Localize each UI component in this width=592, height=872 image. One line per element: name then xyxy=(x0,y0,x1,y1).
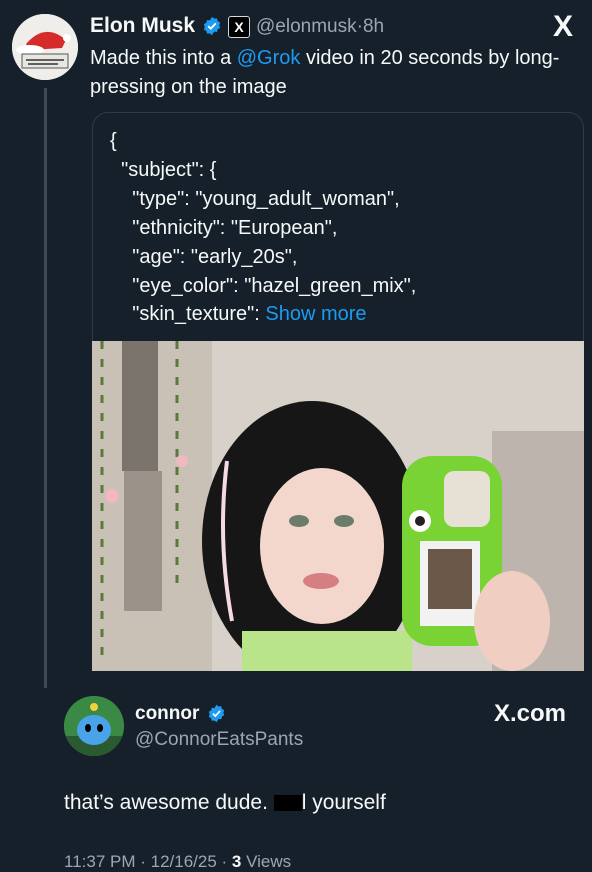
show-more-link[interactable]: Show more xyxy=(265,303,366,325)
x-logo-icon[interactable]: X xyxy=(553,10,573,44)
code-line: "subject": { xyxy=(110,159,217,181)
reply-meta: 11:37 PM · 12/16/25 · 3 Views xyxy=(64,852,291,872)
selfie-image xyxy=(92,341,584,671)
code-line: "eye_color": "hazel_green_mix", xyxy=(110,275,417,297)
author-handle-time[interactable]: @elonmusk·8h xyxy=(256,16,384,38)
code-line: "age": "early_20s", xyxy=(110,246,298,268)
views-label: Views xyxy=(241,852,292,871)
reply-author-handle[interactable]: @ConnorEatsPants xyxy=(135,729,303,751)
tweet-text-start: Made this into a xyxy=(90,47,237,69)
x-affiliate-badge-icon: X xyxy=(228,16,250,38)
views-count: 3 xyxy=(231,852,242,871)
tweet-text: Made this into a @Grok video in 20 secon… xyxy=(90,44,570,102)
thread-connector-line xyxy=(44,88,47,688)
reply-author-avatar[interactable] xyxy=(64,696,124,756)
verified-badge-icon xyxy=(202,16,222,41)
reply-text-end: l yourself xyxy=(301,791,386,814)
author-handle: @elonmusk xyxy=(256,16,357,37)
reply-text-start: that’s awesome dude. xyxy=(64,791,274,814)
grok-mention-link[interactable]: @Grok xyxy=(237,47,301,69)
code-line-last: "skin_texture": Show more xyxy=(110,303,366,326)
author-name[interactable]: Elon Musk xyxy=(90,14,195,38)
tweet-photo[interactable] xyxy=(92,341,584,671)
reply-text: that’s awesome dude. l yourself xyxy=(64,791,386,815)
x-com-logo: X.com xyxy=(494,700,567,727)
code-line: { xyxy=(110,130,117,152)
code-line: "ethnicity": "European", xyxy=(110,217,338,239)
post-time: 8h xyxy=(362,16,385,37)
verified-badge-icon xyxy=(207,704,226,728)
censor-blur xyxy=(273,795,302,812)
chao-avatar-image xyxy=(64,696,124,756)
code-line-prefix: "skin_texture": xyxy=(110,303,266,325)
reply-timestamp[interactable]: 11:37 PM · 12/16/25 · xyxy=(64,852,232,871)
author-avatar[interactable] xyxy=(12,14,78,80)
reply-author-name[interactable]: connor xyxy=(135,703,199,725)
avatar-image xyxy=(12,14,78,80)
code-line: "type": "young_adult_woman", xyxy=(110,188,400,210)
